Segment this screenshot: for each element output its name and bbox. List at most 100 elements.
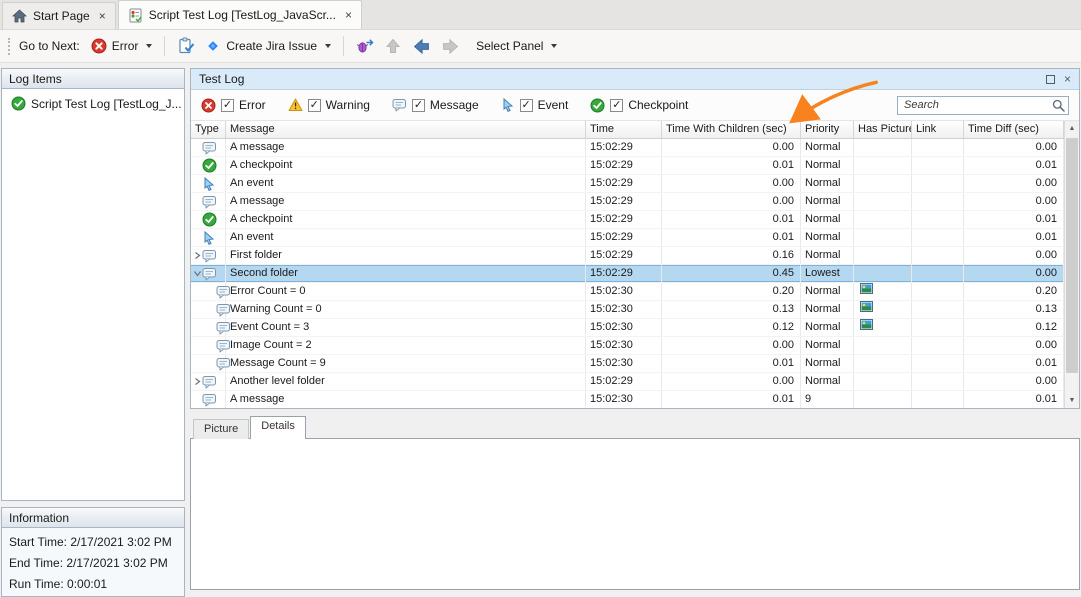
close-panel-icon[interactable]: × [1064,74,1071,84]
close-tab-icon[interactable]: × [99,11,106,21]
time-diff-cell: 0.00 [964,373,1064,390]
log-row[interactable]: An event15:02:290.00Normal0.00 [191,175,1064,193]
has-picture-cell [854,301,912,318]
type-cell [191,301,226,318]
time-with-children-cell: 0.00 [662,139,801,156]
filter-message-checkbox[interactable]: ✓ [412,99,425,112]
message-cell: A message [226,391,586,408]
log-items-tree-item[interactable]: Script Test Log [TestLog_J... [2,89,184,111]
priority-cell: Normal [801,175,854,192]
information-line: Start Time: 2/17/2021 3:02 PM [9,532,177,553]
time-cell: 15:02:29 [586,211,662,228]
time-with-children-cell: 0.00 [662,373,801,390]
filter-warning: ✓Warning [288,98,370,112]
collapse-chevron-icon[interactable] [193,269,202,278]
post-defect-button[interactable] [351,34,379,58]
log-row[interactable]: Warning Count = 015:02:300.13Normal0.13 [191,301,1064,319]
has-picture-cell [854,265,912,282]
log-row[interactable]: A message15:02:290.00Normal0.00 [191,139,1064,157]
close-tab-icon[interactable]: × [345,10,352,20]
test-log-main: Test Log × ✓Error✓Warning✓Message✓Event✓… [190,68,1080,409]
details-content[interactable] [190,438,1080,590]
toolbar: Go to Next: Error Create Jira Issue [0,30,1081,63]
navigate-back-button[interactable] [407,34,436,59]
log-row[interactable]: A checkpoint15:02:290.01Normal0.01 [191,211,1064,229]
filter-warning-checkbox[interactable]: ✓ [308,99,321,112]
priority-cell: Normal [801,319,854,336]
event-icon [202,177,216,191]
type-cell [191,211,226,228]
log-row[interactable]: An event15:02:290.01Normal0.01 [191,229,1064,247]
type-cell [191,337,226,354]
information-panel: Information Start Time: 2/17/2021 3:02 P… [1,507,185,597]
scroll-down-icon[interactable]: ▼ [1065,393,1079,408]
create-jira-issue-button[interactable]: Create Jira Issue [200,35,336,57]
go-to-next-error-dropdown[interactable]: Error [86,35,158,57]
message-cell: First folder [226,247,586,264]
toolbar-grip[interactable] [8,38,11,55]
picture-icon[interactable] [858,319,873,330]
float-panel-icon[interactable] [1046,75,1055,84]
test-log-title-bar: Test Log × [191,69,1079,90]
scroll-up-icon[interactable]: ▲ [1065,121,1079,136]
search-input[interactable] [897,96,1069,115]
column-header-link[interactable]: Link [912,121,964,138]
log-row[interactable]: Second folder15:02:290.45Lowest0.00 [191,265,1064,283]
time-cell: 15:02:29 [586,247,662,264]
type-cell [191,355,226,372]
post-results-button[interactable] [172,34,200,58]
column-header-time[interactable]: Time [586,121,662,138]
filter-label: Error [239,98,266,112]
tab-start-page[interactable]: Start Page × [2,2,116,29]
log-row[interactable]: A message15:02:290.00Normal0.00 [191,193,1064,211]
tab-label: Script Test Log [TestLog_JavaScr... [149,8,336,22]
select-panel-dropdown[interactable]: Select Panel [471,36,562,56]
has-picture-cell [854,193,912,210]
column-header-time-with-children-sec[interactable]: Time With Children (sec) [662,121,801,138]
filter-checkpoint-checkbox[interactable]: ✓ [610,99,623,112]
log-row[interactable]: A checkpoint15:02:290.01Normal0.01 [191,157,1064,175]
filter-error-checkbox[interactable]: ✓ [221,99,234,112]
type-cell [191,139,226,156]
time-cell: 15:02:29 [586,193,662,210]
picture-icon[interactable] [858,283,873,294]
type-cell [191,391,226,408]
log-row[interactable]: Error Count = 015:02:300.20Normal0.20 [191,283,1064,301]
log-row[interactable]: Image Count = 215:02:300.00Normal0.00 [191,337,1064,355]
picture-icon[interactable] [858,301,873,312]
log-row[interactable]: Another level folder15:02:290.00Normal0.… [191,373,1064,391]
navigate-up-button[interactable] [379,34,407,58]
message-icon [202,195,217,209]
tree-item-label: Script Test Log [TestLog_J... [31,97,182,111]
priority-cell: Normal [801,373,854,390]
chevron-down-icon [551,44,557,48]
time-cell: 15:02:29 [586,373,662,390]
vertical-scrollbar[interactable]: ▲ ▼ [1064,121,1079,408]
up-arrow-icon [384,37,402,55]
column-header-message[interactable]: Message [226,121,586,138]
type-cell [191,175,226,192]
navigate-forward-button[interactable] [436,34,465,59]
log-row[interactable]: First folder15:02:290.16Normal0.00 [191,247,1064,265]
log-row[interactable]: Event Count = 315:02:300.12Normal0.12 [191,319,1064,337]
filter-event-checkbox[interactable]: ✓ [520,99,533,112]
tab-details[interactable]: Details [250,416,306,439]
priority-cell: Lowest [801,265,854,282]
filter-label: Event [538,98,569,112]
tab-script-test-log[interactable]: Script Test Log [TestLog_JavaScr... × [118,0,362,29]
forward-arrow-icon [441,37,460,56]
test-log-icon [128,8,143,23]
column-header-has-picture[interactable]: Has Picture [854,121,912,138]
message-cell: A checkpoint [226,157,586,174]
log-row[interactable]: A message15:02:300.0190.01 [191,391,1064,408]
tab-picture[interactable]: Picture [193,419,249,439]
time-diff-cell: 0.00 [964,139,1064,156]
column-header-type[interactable]: Type [191,121,226,138]
column-header-priority[interactable]: Priority [801,121,854,138]
log-row[interactable]: Message Count = 915:02:300.01Normal0.01 [191,355,1064,373]
expand-chevron-icon[interactable] [193,377,202,386]
expand-chevron-icon[interactable] [193,251,202,260]
column-header-time-diff-sec[interactable]: Time Diff (sec) [964,121,1064,138]
link-cell [912,247,964,264]
scrollbar-thumb[interactable] [1066,138,1078,373]
